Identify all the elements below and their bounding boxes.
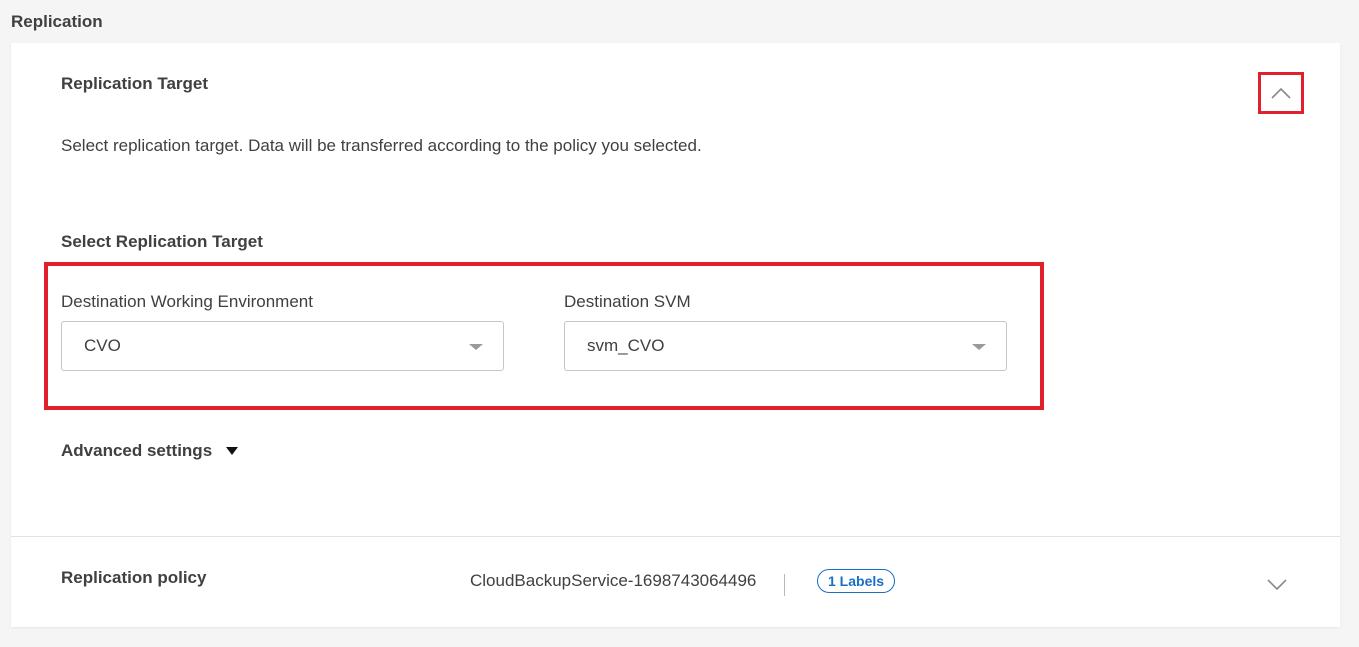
destination-environment-select[interactable]: CVO	[61, 321, 504, 371]
labels-badge[interactable]: 1 Labels	[817, 569, 896, 593]
section-divider	[11, 536, 1340, 537]
replication-policy-name: CloudBackupService-1698743064496	[470, 571, 757, 590]
destination-svm-value: svm_CVO	[587, 336, 665, 355]
dropdown-caret-icon	[469, 344, 483, 350]
chevron-down-icon	[1267, 579, 1287, 591]
replication-target-title: Replication Target	[61, 74, 209, 93]
replication-policy-title: Replication policy	[61, 568, 207, 587]
replication-target-description: Select replication target. Data will be …	[61, 136, 702, 155]
select-target-subtitle: Select Replication Target	[61, 232, 263, 251]
dropdown-caret-icon	[972, 344, 986, 350]
destination-svm-select[interactable]: svm_CVO	[564, 321, 1007, 371]
collapse-button[interactable]	[1258, 72, 1304, 114]
destination-svm-label: Destination SVM	[564, 292, 691, 311]
destination-environment-label: Destination Working Environment	[61, 292, 313, 311]
page-title: Replication	[11, 12, 103, 31]
vertical-separator	[784, 574, 785, 596]
replication-card: Replication Target Select replication ta…	[11, 43, 1340, 627]
chevron-up-icon	[1271, 87, 1291, 99]
destination-environment-value: CVO	[84, 336, 121, 355]
advanced-settings-toggle[interactable]: Advanced settings	[61, 441, 239, 461]
expand-policy-button[interactable]	[1265, 573, 1289, 597]
caret-down-icon	[226, 447, 239, 455]
advanced-settings-label: Advanced settings	[61, 441, 213, 460]
